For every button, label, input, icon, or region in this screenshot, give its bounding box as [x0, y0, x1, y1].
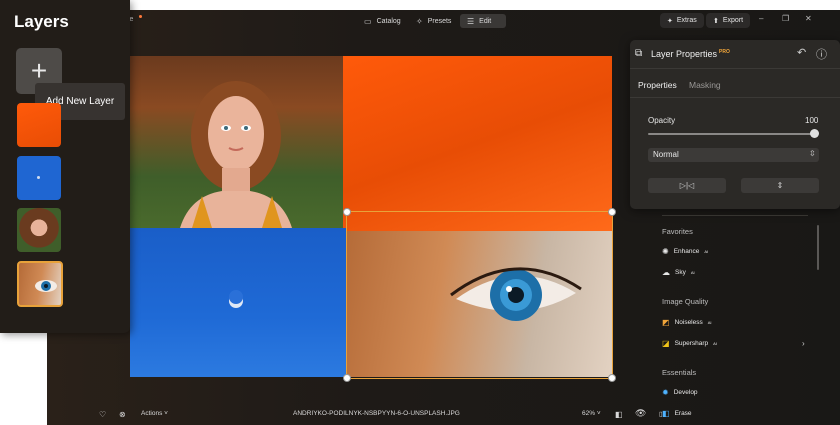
info-icon[interactable]: ⓘ — [816, 46, 827, 62]
tool-enhance-label: Enhance — [673, 248, 700, 255]
actions-label: Actions — [141, 410, 163, 417]
layer-thumbnail-orange[interactable] — [17, 103, 61, 147]
ai-badge: AI — [713, 341, 717, 346]
export-label: Export — [722, 17, 744, 24]
actions-menu[interactable]: Actions ˅ — [141, 410, 168, 417]
filename-label: ANDRIYKO-PODILNYK-NSBPYYN-6-O-UNSPLASH.J… — [293, 410, 460, 417]
maximize-button[interactable]: ❐ — [782, 14, 789, 23]
tool-develop[interactable]: ✹ Develop — [662, 388, 698, 397]
orange-fabric-image[interactable] — [343, 56, 612, 231]
resize-handle-tr[interactable] — [608, 208, 616, 216]
layers-panel: Layers + Add New Layer — [0, 0, 130, 333]
layer-thumbnail-portrait[interactable] — [17, 208, 61, 252]
undo-icon[interactable]: ↶ — [797, 46, 806, 59]
cloud-icon: ☁ — [662, 268, 670, 277]
properties-header: ⧉ Layer Properties PRO ↶ ⓘ — [630, 40, 840, 69]
chevron-right-icon[interactable]: › — [802, 339, 805, 348]
heart-icon[interactable]: ♡ — [99, 410, 106, 419]
pro-badge: PRO — [719, 49, 730, 55]
tool-develop-label: Develop — [673, 389, 698, 396]
chevron-updown-icon: ⇳ — [809, 149, 816, 158]
layers-stack-icon: ⧉ — [635, 48, 643, 59]
image-canvas[interactable] — [130, 56, 616, 382]
bottom-bar: ♡ ⊗ Actions ˅ ANDRIYKO-PODILNYK-NSBPYYN-… — [47, 405, 840, 425]
flip-horizontal-icon: ▷|◁ — [679, 181, 695, 190]
zoom-value: 62% — [582, 410, 596, 417]
selection-box[interactable] — [346, 211, 613, 379]
layer-properties-panel: ⧉ Layer Properties PRO ↶ ⓘ Properties Ma… — [630, 40, 840, 209]
mode-catalog[interactable]: ▭ Catalog — [357, 14, 408, 28]
resize-handle-tl[interactable] — [343, 208, 351, 216]
tool-noiseless[interactable]: ◩ Noiseless AI — [662, 318, 712, 327]
sidebar-toggle-icon[interactable]: ▯ — [659, 410, 663, 418]
opacity-slider-track[interactable] — [648, 133, 814, 135]
tool-sky-label: Sky — [675, 269, 686, 276]
layer-thumbnail-eye[interactable] — [17, 261, 63, 307]
tool-supersharp-label: Supersharp — [674, 340, 709, 347]
tool-sky[interactable]: ☁ Sky AI — [662, 268, 695, 277]
properties-title: Layer Properties — [651, 49, 718, 59]
reject-icon[interactable]: ⊗ — [119, 410, 126, 419]
mode-presets[interactable]: ✧ Presets — [409, 14, 458, 28]
flip-horizontal-button[interactable]: ▷|◁ — [648, 178, 726, 193]
extras-label: Extras — [676, 17, 697, 24]
panel-scrollbar[interactable] — [817, 225, 819, 270]
moon-dot — [37, 176, 40, 179]
blue-sky-image[interactable] — [130, 228, 346, 377]
blend-mode-value: Normal — [653, 150, 679, 159]
folder-icon: ▭ — [364, 16, 372, 26]
export-button[interactable]: ⬆ Export — [706, 13, 751, 28]
tab-masking[interactable]: Masking — [689, 80, 721, 90]
ai-badge: AI — [690, 270, 695, 275]
sun-icon: ✹ — [662, 388, 669, 397]
plus-sparkle-icon: ✦ — [667, 17, 673, 25]
divider — [662, 215, 808, 216]
export-icon: ⬆ — [713, 17, 719, 25]
minimize-button[interactable]: – — [759, 14, 763, 23]
eye-icon[interactable]: 👁 — [635, 408, 646, 419]
sliders-icon: ☰ — [467, 16, 475, 26]
eye-thumb-drawing — [35, 280, 57, 292]
tool-enhance[interactable]: ✺ Enhance AI — [662, 247, 708, 256]
mode-edit-label: Edit — [479, 17, 492, 25]
resize-handle-br[interactable] — [608, 374, 616, 382]
zoom-menu[interactable]: 62% ˅ — [582, 410, 601, 417]
opacity-value: 100 — [805, 116, 819, 125]
opacity-label: Opacity — [648, 116, 676, 125]
section-image-quality: Image Quality — [662, 297, 709, 306]
close-button[interactable]: ✕ — [805, 14, 812, 23]
tools-panel: Favorites ✺ Enhance AI ☁ Sky AI Image Qual… — [647, 210, 840, 425]
mode-catalog-label: Catalog — [376, 17, 401, 25]
layer-thumbnail-sky[interactable] — [17, 156, 61, 200]
ai-badge: AI — [704, 249, 709, 254]
section-favorites: Favorites — [662, 227, 693, 236]
unsaved-dot — [139, 15, 142, 18]
mode-presets-label: Presets — [427, 17, 452, 25]
noiseless-icon: ◩ — [662, 318, 670, 327]
portrait-image[interactable] — [130, 56, 343, 228]
sparkle-icon: ✧ — [416, 16, 423, 26]
tool-supersharp[interactable]: ◪ Supersharp AI — [662, 339, 717, 348]
tab-properties[interactable]: Properties — [638, 80, 677, 90]
ai-badge: AI — [707, 320, 712, 325]
section-essentials: Essentials — [662, 368, 697, 377]
tool-noiseless-label: Noiseless — [674, 319, 703, 326]
layers-title: Layers — [14, 12, 69, 31]
supersharp-icon: ◪ — [662, 339, 670, 348]
moon-drawing — [229, 290, 243, 308]
blend-mode-select[interactable]: Normal ⇳ — [648, 148, 819, 162]
compare-icon[interactable]: ◧ — [615, 410, 623, 419]
resize-handle-bl[interactable] — [343, 374, 351, 382]
portrait-drawing — [180, 81, 292, 228]
flip-vertical-button[interactable]: ⇕ — [741, 178, 819, 193]
mode-edit[interactable]: ☰ Edit — [460, 14, 506, 28]
top-bar: ble ▭ Catalog ✧ Presets ☰ Edit ✦ Extras … — [47, 10, 840, 32]
opacity-slider-knob[interactable] — [810, 129, 819, 138]
flip-vertical-icon: ⇕ — [776, 181, 784, 190]
divider — [630, 97, 840, 98]
extras-button[interactable]: ✦ Extras — [660, 13, 704, 28]
sparkle-icon: ✺ — [662, 247, 669, 256]
